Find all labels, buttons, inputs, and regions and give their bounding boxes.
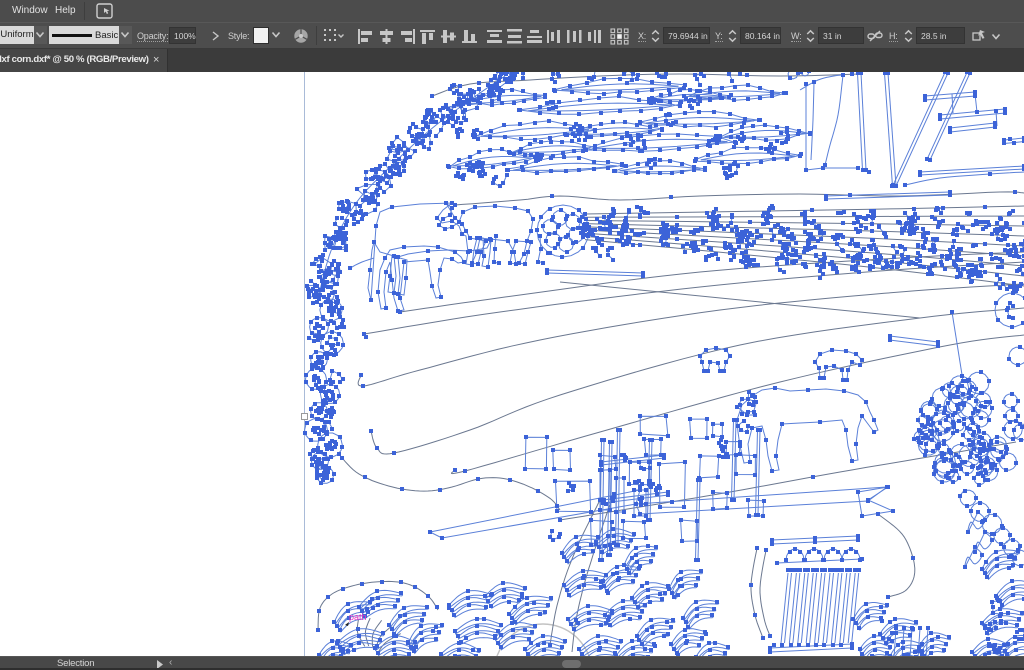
svg-text:path: path <box>349 612 367 622</box>
